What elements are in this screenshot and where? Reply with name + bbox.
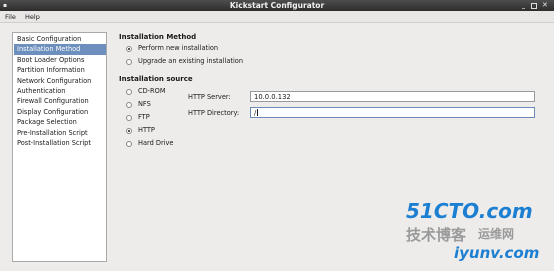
text-caret (257, 109, 258, 116)
menubar: File Help (0, 11, 554, 23)
sidebar-item-network-configuration[interactable]: Network Configuration (14, 76, 106, 86)
installation-method-title: Installation Method (119, 33, 197, 41)
radio-source-nfs[interactable]: NFS (126, 100, 186, 109)
radio-source-cdrom[interactable]: CD-ROM (126, 87, 186, 96)
installation-source-title: Installation source (119, 75, 193, 83)
sidebar-item-package-selection[interactable]: Package Selection (14, 117, 106, 127)
close-icon[interactable]: ✕ (542, 2, 548, 9)
sidebar-item-firewall-configuration[interactable]: Firewall Configuration (14, 96, 106, 106)
radio-indicator[interactable] (126, 127, 132, 134)
sidebar-item-post-installation-script[interactable]: Post-Installation Script (14, 138, 106, 148)
sidebar-item-pre-installation-script[interactable]: Pre-Installation Script (14, 128, 106, 138)
sidebar-item-boot-loader-options[interactable]: Boot Loader Options (14, 55, 106, 65)
radio-label: HTTP (138, 126, 155, 134)
radio-label: Perform new installation (138, 44, 219, 52)
radio-source-http[interactable]: HTTP (126, 126, 186, 135)
watermark-line2: 技术博客 (406, 226, 467, 244)
watermark-line4: iyunv.com (454, 244, 539, 262)
sidebar-item-partition-information[interactable]: Partition Information (14, 65, 106, 75)
window-titlebar: ▪ Kickstart Configurator _ ✕ (0, 0, 554, 11)
radio-indicator[interactable] (126, 140, 132, 147)
sidebar-item-authentication[interactable]: Authentication (14, 86, 106, 96)
radio-label: FTP (138, 113, 150, 121)
site-watermark: 51CTO.com 技术博客 运维网 iyunv.com (398, 196, 550, 266)
radio-label: CD-ROM (138, 87, 166, 95)
category-list[interactable]: Basic Configuration Installation Method … (12, 32, 107, 262)
radio-label: NFS (138, 100, 151, 108)
watermark-logo: 51CTO.com 技术博客 运维网 iyunv.com (406, 199, 539, 262)
sidebar-item-display-configuration[interactable]: Display Configuration (14, 107, 106, 117)
http-server-label: HTTP Server: (188, 93, 231, 101)
watermark-line3: 运维网 (478, 226, 514, 241)
menu-file[interactable]: File (5, 13, 16, 21)
radio-indicator[interactable] (126, 101, 132, 108)
minimize-icon[interactable]: _ (522, 2, 525, 9)
menu-help[interactable]: Help (25, 13, 40, 21)
watermark-line1: 51CTO.com (406, 199, 533, 223)
window-title: Kickstart Configurator (229, 1, 325, 10)
radio-label: Upgrade an existing installation (138, 57, 243, 65)
radio-source-hard-drive[interactable]: Hard Drive (126, 139, 186, 148)
radio-upgrade-existing-installation[interactable]: Upgrade an existing installation (126, 57, 266, 66)
window-menu-icon[interactable]: ▪ (3, 2, 7, 9)
radio-indicator[interactable] (126, 88, 132, 95)
sidebar-item-installation-method[interactable]: Installation Method (14, 44, 106, 55)
radio-indicator[interactable] (126, 114, 132, 121)
radio-source-ftp[interactable]: FTP (126, 113, 186, 122)
http-server-input[interactable] (250, 91, 535, 102)
sidebar-item-basic-configuration[interactable]: Basic Configuration (14, 34, 106, 44)
radio-indicator[interactable] (126, 58, 132, 65)
http-directory-label: HTTP Directory: (188, 109, 240, 117)
radio-label: Hard Drive (138, 139, 174, 147)
radio-perform-new-installation[interactable]: Perform new installation (126, 44, 256, 53)
http-directory-input[interactable] (250, 107, 535, 118)
maximize-icon[interactable] (531, 2, 537, 9)
radio-indicator[interactable] (126, 45, 132, 52)
